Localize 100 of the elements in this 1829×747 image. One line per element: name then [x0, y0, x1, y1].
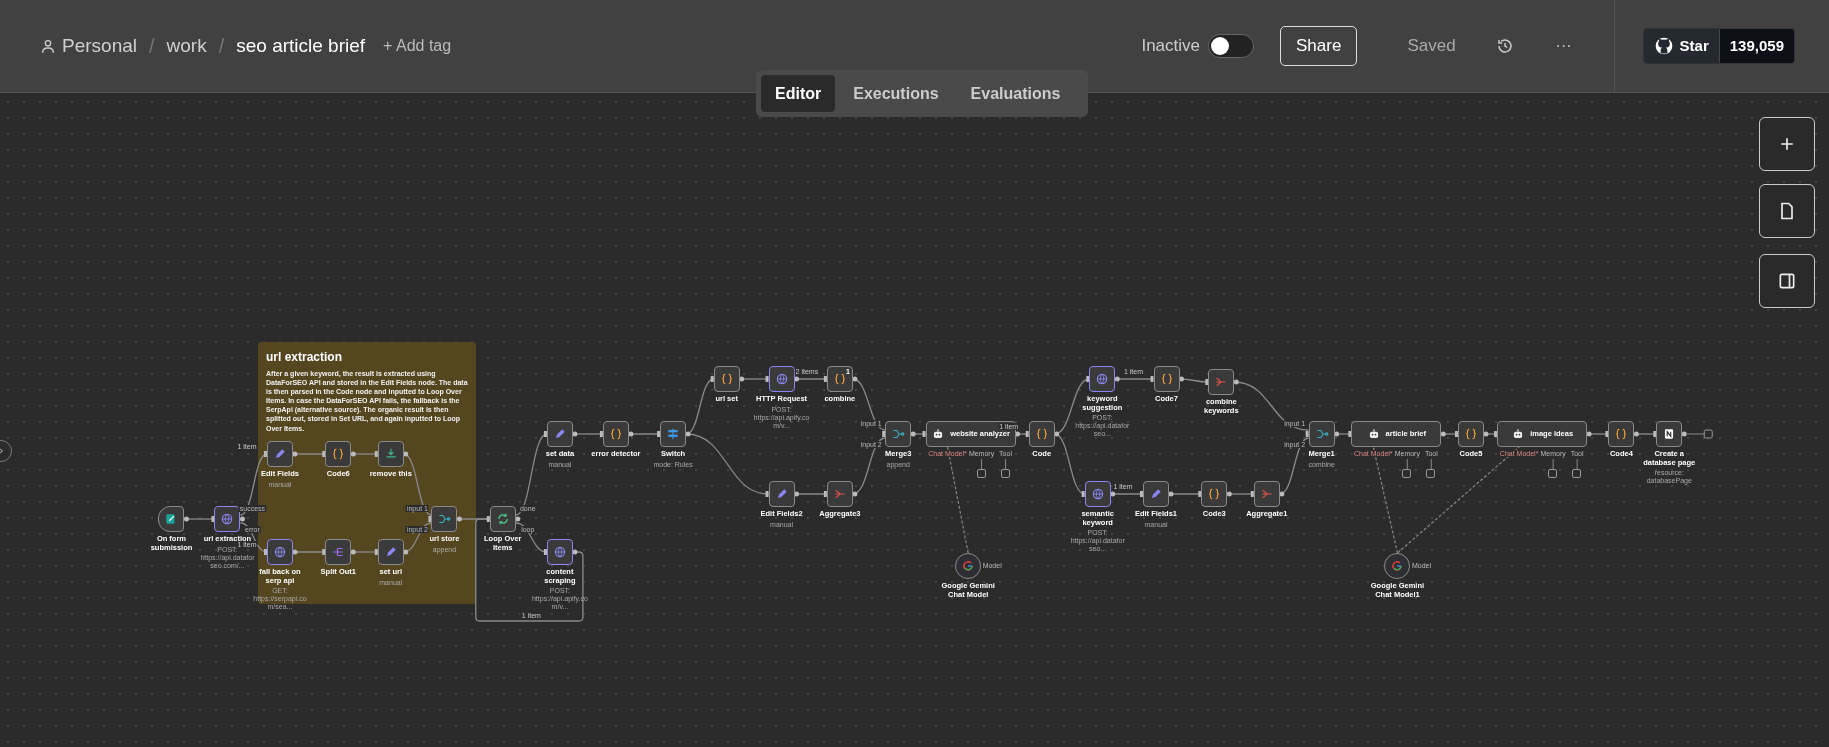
input-handle[interactable] [1348, 431, 1352, 437]
sticky-note-button[interactable] [1759, 184, 1815, 238]
output-handle[interactable] [1681, 431, 1687, 437]
output-handle[interactable] [1114, 376, 1120, 382]
workflow-node[interactable] [431, 506, 458, 532]
input-handle[interactable] [1205, 379, 1209, 385]
output-handle[interactable] [350, 549, 356, 555]
input-handle[interactable] [1494, 431, 1498, 437]
output-handle[interactable] [184, 516, 189, 522]
input-handle[interactable] [486, 516, 490, 522]
input-handle[interactable] [374, 549, 378, 555]
output-handle[interactable] [350, 451, 356, 457]
model-node[interactable] [1384, 553, 1411, 579]
input-handle[interactable] [1140, 491, 1143, 497]
add-port-button[interactable] [1572, 469, 1582, 478]
workflow-node[interactable] [1143, 481, 1169, 507]
workflow-node[interactable] [546, 421, 573, 447]
input-handle[interactable] [428, 516, 432, 522]
workflow-node[interactable] [325, 441, 352, 467]
github-star-button[interactable]: Star [1643, 28, 1719, 64]
workflow-node[interactable] [885, 421, 912, 447]
input-handle[interactable] [211, 516, 215, 522]
workflow-node[interactable] [768, 481, 795, 507]
workflow-node[interactable] [266, 539, 293, 565]
workflow-node[interactable] [1208, 369, 1235, 395]
input-handle[interactable] [1605, 431, 1609, 437]
input-handle[interactable] [1081, 491, 1085, 497]
input-handle[interactable] [1305, 431, 1309, 437]
workflow-node[interactable] [1608, 421, 1635, 447]
workflow-node[interactable] [826, 481, 853, 507]
input-handle[interactable] [922, 431, 926, 437]
workflow-node[interactable] [377, 441, 404, 467]
input-handle[interactable] [1454, 431, 1458, 437]
workflow-node[interactable] [1153, 366, 1180, 392]
breadcrumb-link[interactable]: work [166, 31, 207, 61]
output-handle[interactable] [1226, 491, 1232, 497]
input-handle[interactable] [823, 376, 827, 382]
view-tab[interactable]: Evaluations [956, 75, 1075, 112]
input-handle[interactable] [765, 491, 769, 497]
model-node[interactable] [955, 553, 982, 579]
input-handle[interactable] [710, 376, 714, 382]
input-handle[interactable] [1250, 491, 1254, 497]
more-button[interactable]: ··· [1549, 33, 1578, 59]
input-handle[interactable] [543, 431, 547, 437]
workflow-node[interactable] [1028, 421, 1055, 447]
output-handle[interactable] [239, 516, 245, 522]
workflow-node[interactable] [158, 506, 185, 532]
view-tab[interactable]: Executions [839, 75, 953, 112]
workflow-node[interactable] [1084, 481, 1111, 507]
workflow-node[interactable] [660, 421, 687, 447]
add-node-handle[interactable] [1686, 429, 1713, 439]
input-handle[interactable] [882, 431, 886, 437]
add-port-button[interactable] [1000, 469, 1010, 478]
workflow-node[interactable] [214, 506, 241, 532]
workflow-node[interactable] [1201, 481, 1228, 507]
add-port-button[interactable] [976, 469, 986, 478]
github-star-widget[interactable]: Star 139,059 [1642, 27, 1795, 65]
input-handle[interactable] [1025, 431, 1029, 437]
active-toggle[interactable] [1208, 34, 1254, 58]
add-tag-button[interactable]: + Add tag [377, 33, 458, 59]
input-handle[interactable] [599, 431, 603, 437]
workflow-node[interactable] [325, 539, 352, 565]
input-handle[interactable] [823, 491, 827, 497]
panel-toggle-button[interactable] [1759, 254, 1815, 308]
workflow-node[interactable] [1308, 421, 1335, 447]
workflow-node[interactable] [377, 539, 404, 565]
workflow-node[interactable] [602, 421, 629, 447]
workflow-node[interactable] [768, 366, 795, 392]
add-node-button[interactable] [1759, 117, 1815, 171]
input-handle[interactable] [657, 431, 661, 437]
history-icon[interactable] [1495, 37, 1514, 55]
input-handle[interactable] [1198, 491, 1202, 497]
output-handle[interactable] [910, 431, 916, 437]
input-handle[interactable] [374, 451, 378, 457]
workflow-node[interactable] [489, 506, 516, 532]
input-handle[interactable] [322, 451, 326, 457]
input-handle[interactable] [1653, 431, 1657, 437]
breadcrumb-link[interactable]: Personal [62, 31, 137, 61]
input-handle[interactable] [765, 376, 769, 382]
output-handle[interactable] [1586, 431, 1592, 437]
workflow-node[interactable] [1253, 481, 1280, 507]
output-handle[interactable] [1233, 379, 1239, 385]
output-handle[interactable] [456, 516, 462, 522]
workflow-node[interactable] [266, 441, 293, 467]
input-handle[interactable] [1086, 376, 1090, 382]
workflow-node[interactable] [1089, 366, 1116, 392]
share-button[interactable]: Share [1280, 26, 1358, 66]
input-handle[interactable] [543, 549, 547, 555]
output-handle[interactable] [1633, 431, 1639, 437]
workflow-node[interactable] [1656, 421, 1683, 447]
view-tab[interactable]: Editor [761, 75, 836, 112]
workflow-node[interactable] [713, 366, 740, 392]
input-handle[interactable] [322, 549, 326, 555]
input-handle[interactable] [263, 549, 267, 555]
add-port-button[interactable] [1548, 469, 1558, 478]
workflow-node[interactable] [1457, 421, 1484, 447]
input-handle[interactable] [1150, 376, 1154, 382]
workflow-node[interactable] [546, 539, 573, 565]
output-handle[interactable] [1440, 431, 1446, 437]
input-handle[interactable] [263, 451, 267, 457]
